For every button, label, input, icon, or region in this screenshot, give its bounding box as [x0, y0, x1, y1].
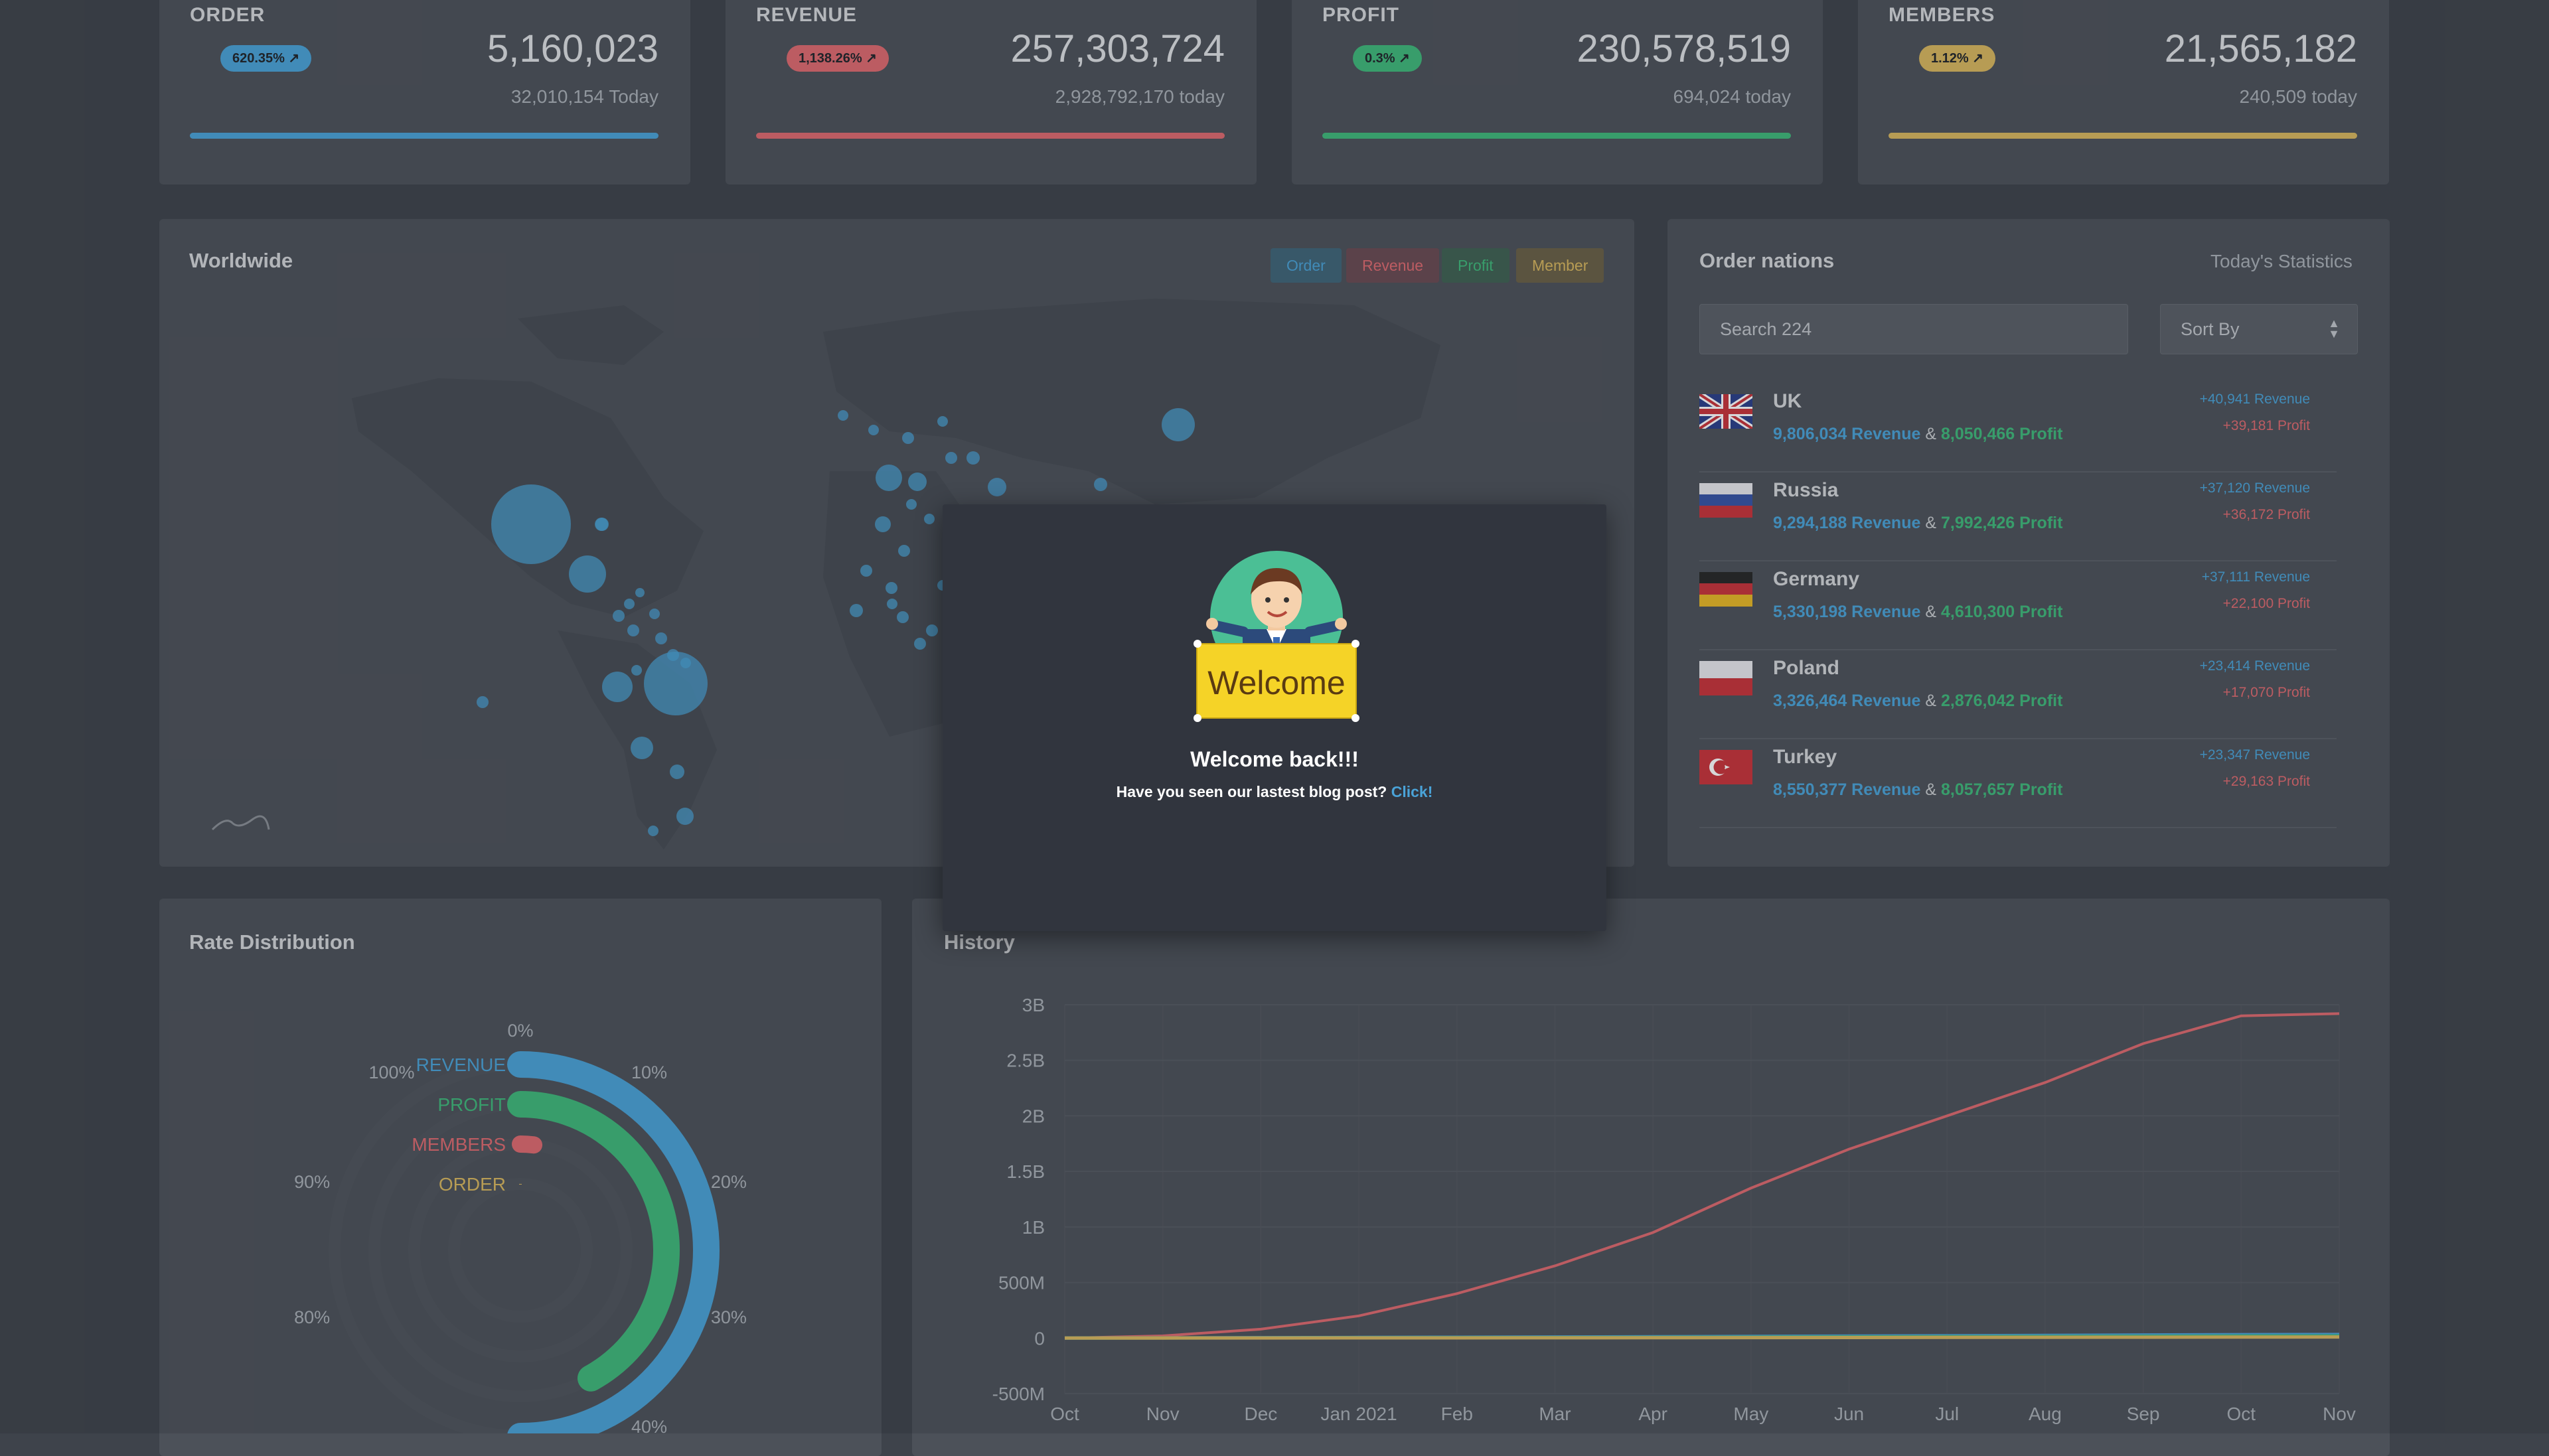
modal-title: Welcome back!!!: [1190, 747, 1359, 771]
welcome-illustration: Welcome: [1194, 551, 1359, 722]
modal-text-row: Have you seen our lastest blog post? Cli…: [943, 783, 1606, 801]
modal-link[interactable]: Click!: [1391, 783, 1433, 800]
welcome-sign-text: Welcome: [1207, 664, 1345, 701]
modal-text: Have you seen our lastest blog post?: [1116, 783, 1387, 800]
welcome-modal: Welcome Welcome back!!! Have you seen ou…: [943, 504, 1606, 931]
